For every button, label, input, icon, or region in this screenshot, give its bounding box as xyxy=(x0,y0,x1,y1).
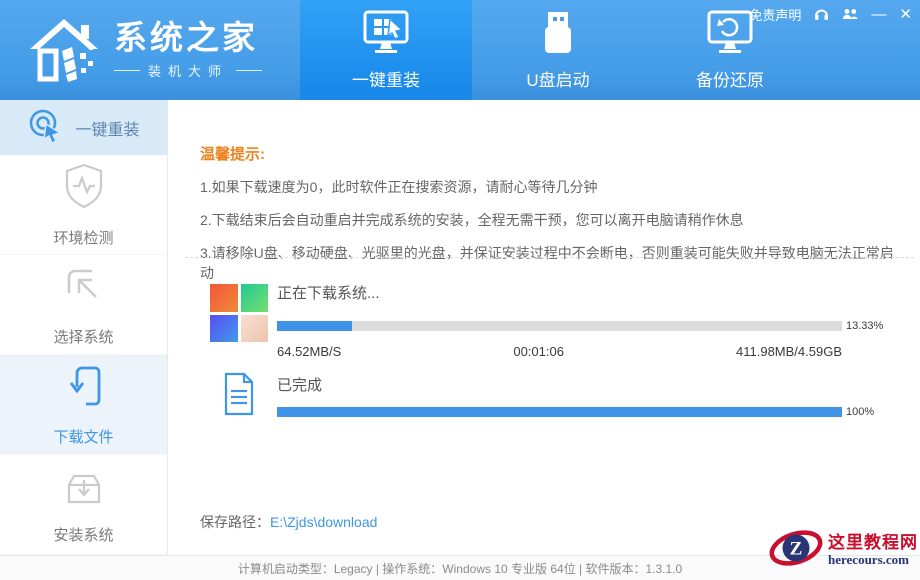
sidebar-item-install-system[interactable]: 安装系统 xyxy=(0,455,167,555)
usb-drive-icon xyxy=(532,9,584,62)
sidebar-item-label: 下载文件 xyxy=(53,426,113,447)
save-path: 保存路径：E:\Zjds\download xyxy=(200,512,377,532)
sidebar: 一键重装 环境检测 选择系统 xyxy=(0,100,168,555)
tab-label: 一键重装 xyxy=(352,66,420,91)
save-path-link[interactable]: E:\Zjds\download xyxy=(270,514,377,530)
house-logo-icon xyxy=(26,13,102,88)
completed-progress-fill xyxy=(277,407,842,417)
target-cursor-icon xyxy=(27,107,63,148)
sidebar-item-env-check[interactable]: 环境检测 xyxy=(0,155,167,255)
download-size: 411.98MB/4.59GB xyxy=(736,344,842,359)
download-elapsed: 00:01:06 xyxy=(513,344,564,359)
sidebar-item-label: 选择系统 xyxy=(53,326,113,347)
save-path-label: 保存路径： xyxy=(200,514,270,530)
completed-section: 已完成 100% xyxy=(210,372,892,418)
watermark-logo-icon: Z xyxy=(769,524,823,577)
windows-squares-icon xyxy=(210,280,268,359)
completed-percent-label: 100% xyxy=(846,406,892,418)
subtitle-dash-left xyxy=(114,70,140,71)
download-main: 正在下载系统... 13.33% 64.52MB/S 00:01:06 411.… xyxy=(277,280,892,359)
brand: 系统之家 装机大师 xyxy=(0,0,300,100)
tips-title: 温馨提示: xyxy=(200,143,900,164)
download-stats: 64.52MB/S 00:01:06 411.98MB/4.59GB xyxy=(277,344,842,359)
tab-label: U盘启动 xyxy=(526,66,589,91)
download-status-text: 正在下载系统... xyxy=(277,282,892,303)
download-progress: 13.33% xyxy=(277,320,892,332)
svg-text:Z: Z xyxy=(790,539,803,560)
tip-line-3: 3.请移除U盘、移动硬盘、光驱里的光盘，并保证安装过程中不会断电，否则重装可能失… xyxy=(200,243,900,283)
file-download-icon xyxy=(62,363,106,413)
completed-main: 已完成 100% xyxy=(277,372,892,418)
brand-subtitle: 装机大师 xyxy=(114,61,262,80)
tab-one-key-reinstall[interactable]: 一键重装 xyxy=(300,0,472,100)
tips-panel: 温馨提示: 1.如果下载速度为0，此时软件正在搜索资源，请耐心等待几分钟 2.下… xyxy=(200,143,900,296)
sidebar-item-one-key-reinstall[interactable]: 一键重装 xyxy=(0,100,167,155)
document-icon xyxy=(210,372,268,418)
service-icon[interactable] xyxy=(814,8,829,21)
shield-check-icon xyxy=(62,162,106,214)
download-progress-fill xyxy=(277,321,352,331)
topbar: 免责声明 — ✕ xyxy=(749,5,912,23)
tab-label: 备份还原 xyxy=(696,66,764,91)
install-box-icon xyxy=(62,465,106,511)
dashed-divider xyxy=(185,257,914,258)
watermark-en: herecours.com xyxy=(828,553,918,568)
statusbar-text: 计算机启动类型：Legacy | 操作系统：Windows 10 专业版 64位… xyxy=(238,560,682,577)
tab-usb-boot[interactable]: U盘启动 xyxy=(472,0,644,100)
select-cursor-icon xyxy=(62,263,106,313)
watermark-cn: 这里教程网 xyxy=(828,533,918,553)
sidebar-item-label: 环境检测 xyxy=(53,227,113,248)
tip-line-2: 2.下载结束后会自动重启并完成系统的安装，全程无需干预，您可以离开电脑请稍作休息 xyxy=(200,210,900,230)
tip-line-1: 1.如果下载速度为0，此时软件正在搜索资源，请耐心等待几分钟 xyxy=(200,177,900,197)
close-button[interactable]: ✕ xyxy=(899,7,912,22)
backup-restore-icon xyxy=(704,9,756,62)
minimize-button[interactable]: — xyxy=(871,7,886,22)
watermark-text: 这里教程网 herecours.com xyxy=(828,533,918,567)
reinstall-monitor-icon xyxy=(360,9,412,62)
subtitle-dash-right xyxy=(236,70,262,71)
watermark: Z 这里教程网 herecours.com xyxy=(769,524,918,577)
main-content: 温馨提示: 1.如果下载速度为0，此时软件正在搜索资源，请耐心等待几分钟 2.下… xyxy=(168,100,920,555)
brand-title: 系统之家 xyxy=(114,20,262,56)
main-tabs: 一键重装 U盘启动 xyxy=(300,0,816,100)
completed-status-text: 已完成 xyxy=(277,374,892,395)
users-icon[interactable] xyxy=(842,8,858,20)
download-percent-label: 13.33% xyxy=(846,320,892,332)
header: 系统之家 装机大师 xyxy=(0,0,920,100)
brand-text: 系统之家 装机大师 xyxy=(114,20,262,79)
download-section: 正在下载系统... 13.33% 64.52MB/S 00:01:06 411.… xyxy=(210,280,892,359)
completed-progress: 100% xyxy=(277,406,892,418)
disclaimer-link[interactable]: 免责声明 xyxy=(749,5,801,24)
app-window: 系统之家 装机大师 xyxy=(0,0,920,580)
download-speed: 64.52MB/S xyxy=(277,344,341,359)
download-progress-track xyxy=(277,321,842,331)
sidebar-item-label: 一键重装 xyxy=(75,116,139,140)
sidebar-item-select-system[interactable]: 选择系统 xyxy=(0,255,167,355)
sidebar-item-download-files[interactable]: 下载文件 xyxy=(0,355,167,455)
completed-progress-track xyxy=(277,407,842,417)
sidebar-item-label: 安装系统 xyxy=(53,524,113,545)
